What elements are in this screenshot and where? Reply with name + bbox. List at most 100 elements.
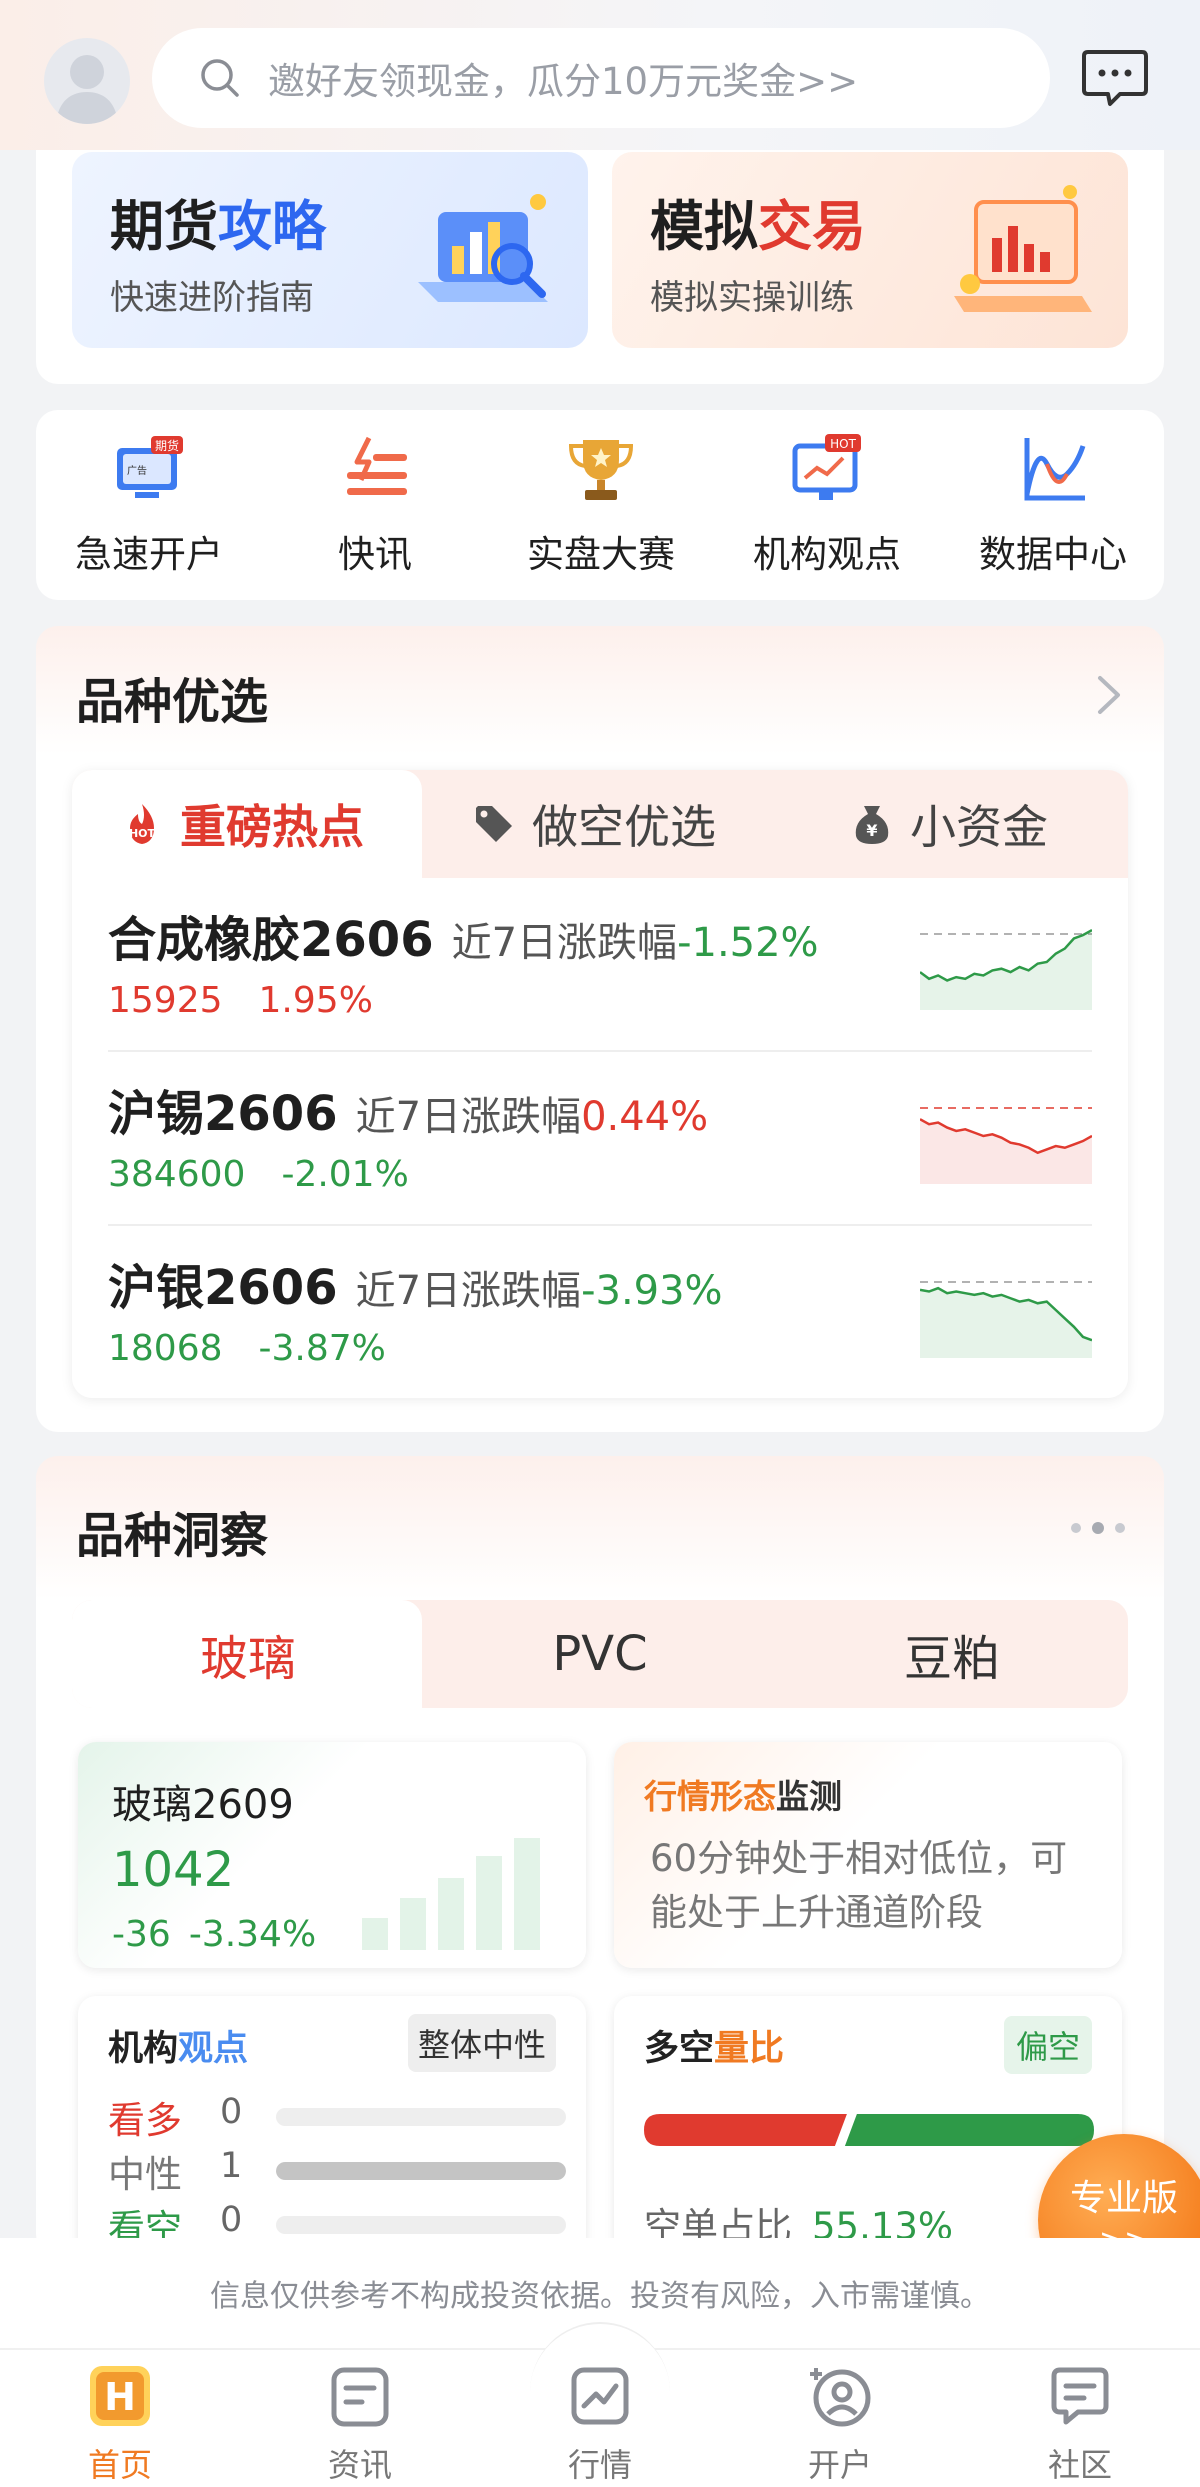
quick-item-open-account[interactable]: 期货 广告 急速开户 — [36, 410, 262, 600]
user-avatar-icon — [56, 55, 118, 124]
decorative-bars-icon — [362, 1838, 540, 1950]
short-segment — [844, 2114, 1094, 2146]
nav-label: 社区 — [1047, 2446, 1112, 2484]
futures-guide-banner[interactable]: 期货攻略 快速进阶指南 — [72, 152, 588, 348]
section-title: 品种优选 — [76, 674, 269, 730]
banner-title: 期货攻略 — [110, 195, 326, 258]
hot-board-icon: HOT — [792, 434, 861, 500]
long-short-ratio-bar — [644, 2114, 1094, 2146]
view-bar — [276, 2162, 566, 2180]
nav-label: 行情 — [567, 2446, 632, 2484]
trophy-icon — [568, 440, 634, 500]
quick-item-news-flash[interactable]: 快讯 — [262, 410, 488, 600]
tab-soymeal[interactable]: 豆粕 — [776, 1600, 1128, 1708]
range-label: 近7日涨跌幅 — [355, 1268, 582, 1314]
last-price: 18068 — [108, 1328, 223, 1369]
price-change: -3.87% — [258, 1328, 386, 1369]
nav-label: 首页 — [87, 2446, 152, 2484]
insight-card: 品种洞察 玻璃 PVC 豆粕 玻璃2609 1042 -36 -3.34% 行情形… — [36, 1456, 1164, 2296]
message-icon[interactable] — [1080, 46, 1150, 110]
quick-item-label: 机构观点 — [753, 533, 901, 576]
quick-item-live-contest[interactable]: 实盘大赛 — [488, 410, 714, 600]
insight-tab-bar: 玻璃 PVC 豆粕 — [72, 1600, 1128, 1708]
news-flash-icon — [347, 436, 407, 495]
view-count: 1 — [220, 2146, 243, 2186]
nav-market[interactable]: 行情 — [480, 2364, 720, 2487]
view-count: 0 — [220, 2200, 243, 2240]
data-chart-icon — [1024, 438, 1086, 501]
nav-open-account[interactable]: 开户 — [720, 2364, 960, 2487]
sparkline-chart — [920, 928, 1092, 1010]
svg-text:¥: ¥ — [866, 821, 877, 840]
long-segment — [644, 2114, 847, 2146]
view-label: 中性 — [108, 2153, 182, 2196]
contract-name: 沪银2606 — [108, 1260, 338, 1316]
sparkline-area — [920, 1119, 1092, 1184]
price-change-pct: -3.34% — [188, 1914, 317, 1955]
quick-item-label: 数据中心 — [979, 533, 1127, 576]
quick-item-institution-views[interactable]: HOT 机构观点 — [714, 410, 940, 600]
hot-fire-icon: HOT — [129, 804, 156, 844]
range-pct: -3.93% — [581, 1268, 723, 1314]
tab-pvc[interactable]: PVC — [424, 1600, 776, 1708]
nav-label: 开户 — [807, 2446, 872, 2484]
money-bag-icon: ¥ — [855, 806, 889, 844]
range-label: 近7日涨跌幅 — [355, 1094, 582, 1140]
range-pct: -1.52% — [677, 920, 819, 966]
box-title: 行情形态监测 — [644, 1777, 842, 1816]
pattern-description: 60分钟处于相对低位，可能处于上升通道阶段 — [650, 1837, 1068, 1934]
section-title: 品种洞察 — [76, 1508, 269, 1564]
nav-news[interactable]: 资讯 — [240, 2364, 480, 2487]
account-monitor-icon: 期货 广告 — [117, 436, 183, 498]
open-account-icon — [810, 2368, 871, 2427]
last-price: 15925 — [108, 980, 223, 1021]
view-count: 0 — [220, 2092, 243, 2132]
more-dots-icon[interactable] — [1068, 1520, 1128, 1536]
search-bar[interactable]: 邀好友领现金，瓜分10万元奖金>> — [152, 28, 1050, 128]
list-item[interactable]: 沪锡2606 近7日涨跌幅0.44% 384600 -2.01% — [108, 1052, 1092, 1224]
list-item[interactable]: 合成橡胶2606 近7日涨跌幅-1.52% 15925 1.95% — [108, 878, 1092, 1050]
status-badge: 偏空 — [1003, 2016, 1092, 2074]
last-price: 384600 — [108, 1154, 246, 1195]
tab-hot[interactable]: HOT 重磅热点 — [120, 770, 364, 878]
analysis-chart-illustration-icon — [418, 194, 548, 302]
price-change: -36 — [112, 1914, 171, 1955]
box-title: 机构观点 — [108, 2029, 249, 2069]
quote-box[interactable]: 玻璃2609 1042 -36 -3.34% — [78, 1742, 586, 1968]
contract-name: 合成橡胶2606 — [108, 912, 434, 968]
nav-home[interactable]: H 首页 — [0, 2364, 240, 2487]
featured-picks-card: 品种优选 HOT 重磅热点 做空优选 ¥ 小资金 合成橡胶2606 近7日涨跌幅… — [36, 626, 1164, 1432]
simulated-trading-banner[interactable]: 模拟交易 模拟实操训练 — [612, 152, 1128, 348]
svg-text:H: H — [104, 2375, 136, 2419]
tab-glass[interactable]: 玻璃 — [72, 1600, 424, 1708]
box-title: 多空量比 — [644, 2029, 785, 2069]
quick-item-data-center[interactable]: 数据中心 — [940, 410, 1166, 600]
avatar[interactable] — [44, 38, 130, 124]
market-chart-icon — [571, 2367, 629, 2425]
sparkline-chart — [920, 1281, 1092, 1358]
trading-monitor-illustration-icon — [954, 185, 1092, 312]
svg-text:期货: 期货 — [155, 438, 179, 453]
tab-label: 做空优选 — [532, 800, 716, 854]
tab-label: 小资金 — [910, 800, 1048, 854]
svg-text:HOT: HOT — [830, 437, 856, 451]
news-icon — [331, 2367, 389, 2427]
list-item[interactable]: 沪银2606 近7日涨跌幅-3.93% 18068 -3.87% — [108, 1226, 1092, 1398]
picks-panel: HOT 重磅热点 做空优选 ¥ 小资金 合成橡胶2606 近7日涨跌幅-1.52%… — [72, 770, 1128, 1398]
svg-text:广告: 广告 — [127, 464, 147, 477]
tab-label: 重磅热点 — [180, 800, 364, 854]
tab-small-capital[interactable]: ¥ 小资金 — [850, 770, 1048, 878]
view-bar — [276, 2216, 566, 2234]
sparkline-area — [920, 1288, 1092, 1358]
view-bar — [276, 2108, 566, 2126]
contract-name: 沪锡2606 — [108, 1086, 338, 1142]
tag-icon — [476, 806, 512, 842]
tab-short-picks[interactable]: 做空优选 — [472, 770, 716, 878]
search-placeholder: 邀好友领现金，瓜分10万元奖金>> — [268, 60, 859, 103]
nav-community[interactable]: 社区 — [960, 2364, 1200, 2487]
chevron-right-icon[interactable] — [1094, 672, 1124, 718]
pattern-monitor-box[interactable]: 行情形态监测 60分钟处于相对低位，可能处于上升通道阶段 — [614, 1742, 1122, 1968]
nav-label: 资讯 — [327, 2446, 392, 2484]
search-icon — [201, 59, 239, 97]
sparkline-chart — [920, 1107, 1092, 1184]
